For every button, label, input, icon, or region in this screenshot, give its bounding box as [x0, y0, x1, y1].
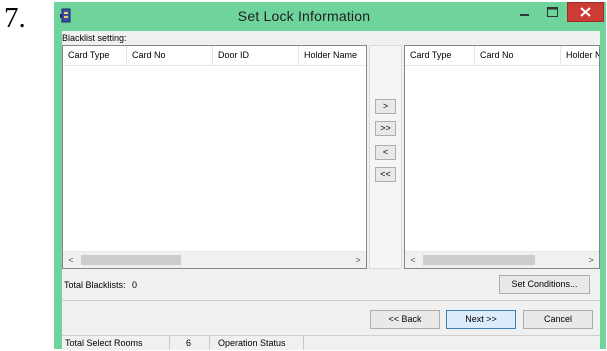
operation-status: Operation Status — [210, 336, 304, 350]
remove-selected-button[interactable]: < — [375, 145, 396, 160]
column-header-holder-name[interactable]: Holder Name — [299, 46, 366, 65]
close-icon — [580, 7, 591, 17]
cancel-button[interactable]: Cancel — [523, 310, 593, 329]
total-blacklists-label: Total Blacklists: — [64, 280, 126, 290]
maximize-icon — [547, 7, 558, 17]
minimize-button[interactable] — [512, 4, 537, 22]
selected-list-horizontal-scrollbar[interactable]: < > — [405, 251, 599, 268]
close-button[interactable] — [567, 2, 604, 22]
scroll-thumb[interactable] — [423, 255, 535, 265]
scroll-left-icon[interactable]: < — [63, 252, 79, 268]
minimize-icon — [520, 14, 529, 16]
scroll-left-icon[interactable]: < — [405, 252, 421, 268]
total-select-rooms-value: 6 — [170, 336, 210, 350]
scroll-right-icon[interactable]: > — [583, 252, 599, 268]
source-list-horizontal-scrollbar[interactable]: < > — [63, 251, 366, 268]
scroll-right-icon[interactable]: > — [350, 252, 366, 268]
selected-list-header: Card Type Card No Holder N — [405, 46, 599, 66]
column-header-card-type[interactable]: Card Type — [63, 46, 127, 65]
step-number: 7. — [4, 2, 26, 34]
total-select-rooms-label: Total Select Rooms — [62, 336, 170, 350]
source-list-header: Card Type Card No Door ID Holder Name — [63, 46, 366, 66]
column-header-card-no[interactable]: Card No — [475, 46, 561, 65]
column-header-card-no[interactable]: Card No — [127, 46, 213, 65]
blacklist-source-list[interactable]: Card Type Card No Door ID Holder Name < … — [62, 45, 367, 269]
transfer-panel: > >> < << — [369, 45, 402, 269]
add-selected-button[interactable]: > — [375, 99, 396, 114]
column-header-card-type[interactable]: Card Type — [405, 46, 475, 65]
window-title: Set Lock Information — [237, 8, 371, 24]
remove-all-button[interactable]: << — [375, 167, 396, 182]
back-button[interactable]: << Back — [370, 310, 440, 329]
blacklist-setting-label: Blacklist setting: — [62, 33, 127, 43]
set-lock-information-window: Set Lock Information Blacklist setting: … — [54, 2, 606, 350]
add-all-button[interactable]: >> — [375, 121, 396, 136]
set-conditions-button[interactable]: Set Conditions... — [499, 275, 590, 294]
divider — [62, 300, 600, 301]
title-bar[interactable]: Set Lock Information — [54, 2, 606, 30]
column-header-door-id[interactable]: Door ID — [213, 46, 299, 65]
maximize-button[interactable] — [540, 4, 565, 22]
next-button[interactable]: Next >> — [446, 310, 516, 329]
status-bar: Total Select Rooms 6 Operation Status — [62, 335, 600, 350]
column-header-holder-name[interactable]: Holder N — [561, 46, 599, 65]
client-area: Blacklist setting: Card Type Card No Doo… — [62, 31, 600, 350]
blacklist-selected-list[interactable]: Card Type Card No Holder N < > — [404, 45, 600, 269]
scroll-thumb[interactable] — [81, 255, 181, 265]
total-blacklists-value: 0 — [132, 280, 138, 290]
